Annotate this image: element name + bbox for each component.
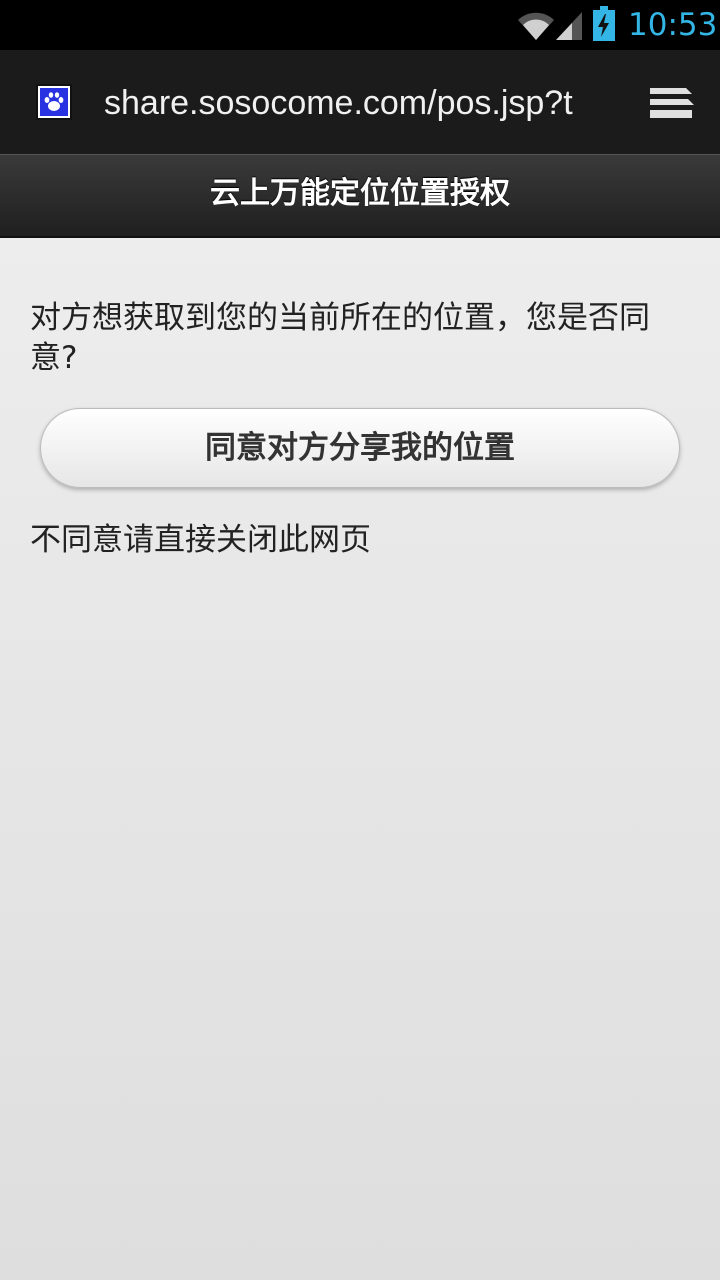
baidu-paw-icon[interactable] bbox=[36, 84, 72, 120]
page-header: 云上万能定位位置授权 bbox=[0, 154, 720, 238]
permission-question: 对方想获取到您的当前所在的位置，您是否同意? bbox=[30, 300, 650, 376]
battery-charging-icon bbox=[593, 6, 615, 41]
page-content: 对方想获取到您的当前所在的位置，您是否同意? 同意对方分享我的位置 不同意请直接… bbox=[0, 238, 720, 1280]
browser-url-bar: share.sosocome.com/pos.jsp?t bbox=[0, 50, 720, 154]
agree-share-location-button[interactable]: 同意对方分享我的位置 bbox=[40, 408, 680, 488]
status-bar: 10:53 bbox=[0, 0, 720, 50]
status-clock: 10:53 bbox=[628, 7, 718, 43]
signal-icon bbox=[556, 12, 582, 40]
wifi-icon bbox=[518, 12, 554, 41]
page-title: 云上万能定位位置授权 bbox=[210, 176, 510, 211]
tabs-stack-icon[interactable] bbox=[646, 84, 696, 122]
url-field[interactable]: share.sosocome.com/pos.jsp?t bbox=[104, 78, 608, 128]
decline-instruction: 不同意请直接关闭此网页 bbox=[30, 522, 371, 558]
